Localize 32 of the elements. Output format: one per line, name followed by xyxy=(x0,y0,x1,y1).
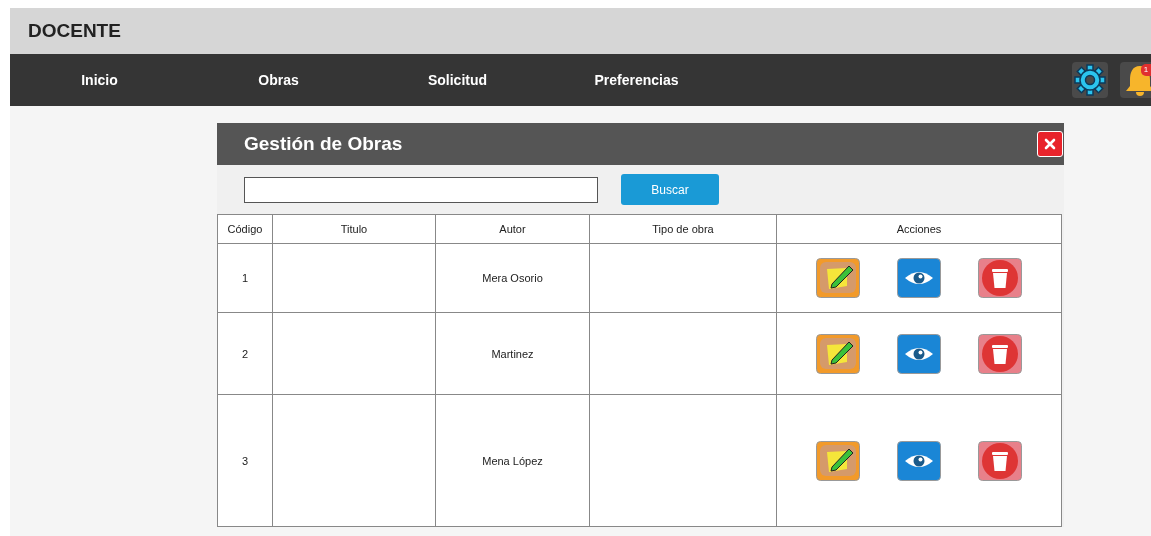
nav-link[interactable]: Obras xyxy=(189,72,368,88)
eye-icon[interactable] xyxy=(897,440,941,481)
table-cell: 3 xyxy=(217,394,273,527)
column-header: Acciones xyxy=(776,214,1062,244)
close-icon xyxy=(1044,138,1056,150)
edit-note-icon[interactable] xyxy=(815,258,860,298)
trash-icon[interactable] xyxy=(978,440,1023,481)
nav-link[interactable]: Solicitud xyxy=(368,72,547,88)
table-cell: 1 xyxy=(217,243,273,313)
eye-icon[interactable] xyxy=(897,333,941,374)
column-header: Titulo xyxy=(272,214,436,244)
table-cell: Mena López xyxy=(435,394,590,527)
notification-badge: 1 xyxy=(1141,64,1151,76)
app-title: DOCENTE xyxy=(28,20,121,42)
table-cell: 2 xyxy=(217,312,273,395)
search-field[interactable] xyxy=(244,176,598,203)
table-cell: Martinez xyxy=(435,312,590,395)
column-header: Código xyxy=(217,214,273,244)
trash-icon[interactable] xyxy=(978,333,1023,374)
trash-icon[interactable] xyxy=(978,258,1023,298)
settings-icon[interactable] xyxy=(1072,62,1108,98)
bell-icon[interactable] xyxy=(1120,62,1151,98)
edit-note-icon[interactable] xyxy=(815,440,860,481)
nav-link[interactable]: Preferencias xyxy=(547,72,726,88)
column-header: Tipo de obra xyxy=(589,214,777,244)
close-button[interactable] xyxy=(1037,131,1063,157)
table-cell: Mera Osorio xyxy=(435,243,590,313)
eye-icon[interactable] xyxy=(897,258,941,298)
nav-link[interactable]: Inicio xyxy=(10,72,189,88)
panel-title: Gestión de Obras xyxy=(244,133,403,155)
edit-note-icon[interactable] xyxy=(815,333,860,374)
column-header: Autor xyxy=(435,214,590,244)
